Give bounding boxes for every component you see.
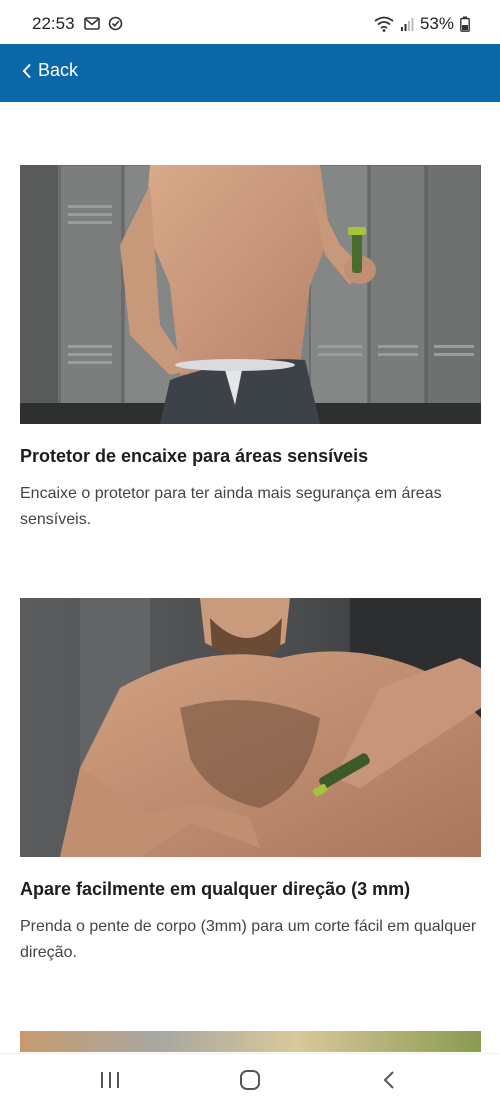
content-scroll-area[interactable]: Protetor de encaixe para áreas sensíveis… — [0, 102, 500, 1052]
check-circle-icon — [108, 16, 123, 31]
back-label: Back — [38, 60, 79, 80]
notification-icons — [84, 16, 123, 31]
feature-image-trim-direction — [20, 598, 481, 857]
recent-apps-button[interactable] — [99, 1070, 121, 1095]
home-button[interactable] — [239, 1070, 261, 1095]
status-time: 22:53 — [32, 14, 75, 33]
feature-description: Prenda o pente de corpo (3mm) para um co… — [20, 918, 477, 961]
feature-image-protector — [20, 165, 481, 424]
feature-card: Apare facilmente em qualquer direção (3 … — [20, 598, 481, 966]
back-button[interactable]: Back — [22, 60, 78, 81]
system-status: 53% — [374, 14, 470, 34]
feature-card: Protetor de encaixe para áreas sensíveis… — [20, 165, 481, 533]
feature-title: Protetor de encaixe para áreas sensíveis — [20, 446, 369, 466]
wifi-icon — [374, 16, 394, 32]
mail-icon — [84, 17, 100, 30]
signal-icon — [400, 18, 414, 31]
chevron-left-icon — [22, 63, 31, 78]
feature-description: Encaixe o protetor para ter ainda mais s… — [20, 485, 442, 528]
feature-title: Apare facilmente em qualquer direção (3 … — [20, 879, 411, 899]
battery-icon — [460, 16, 470, 32]
system-navigation-bar — [0, 1053, 500, 1111]
feature-image-partial — [20, 1031, 481, 1052]
back-arrow-icon — [383, 1071, 394, 1089]
app-header: Back — [0, 44, 500, 102]
nav-back-button[interactable] — [381, 1070, 397, 1095]
battery-percent: 53% — [419, 14, 454, 33]
recent-apps-icon — [101, 1072, 119, 1088]
feature-card — [20, 1031, 481, 1052]
home-icon — [240, 1070, 260, 1090]
status-bar: 22:53 53% — [0, 0, 500, 44]
